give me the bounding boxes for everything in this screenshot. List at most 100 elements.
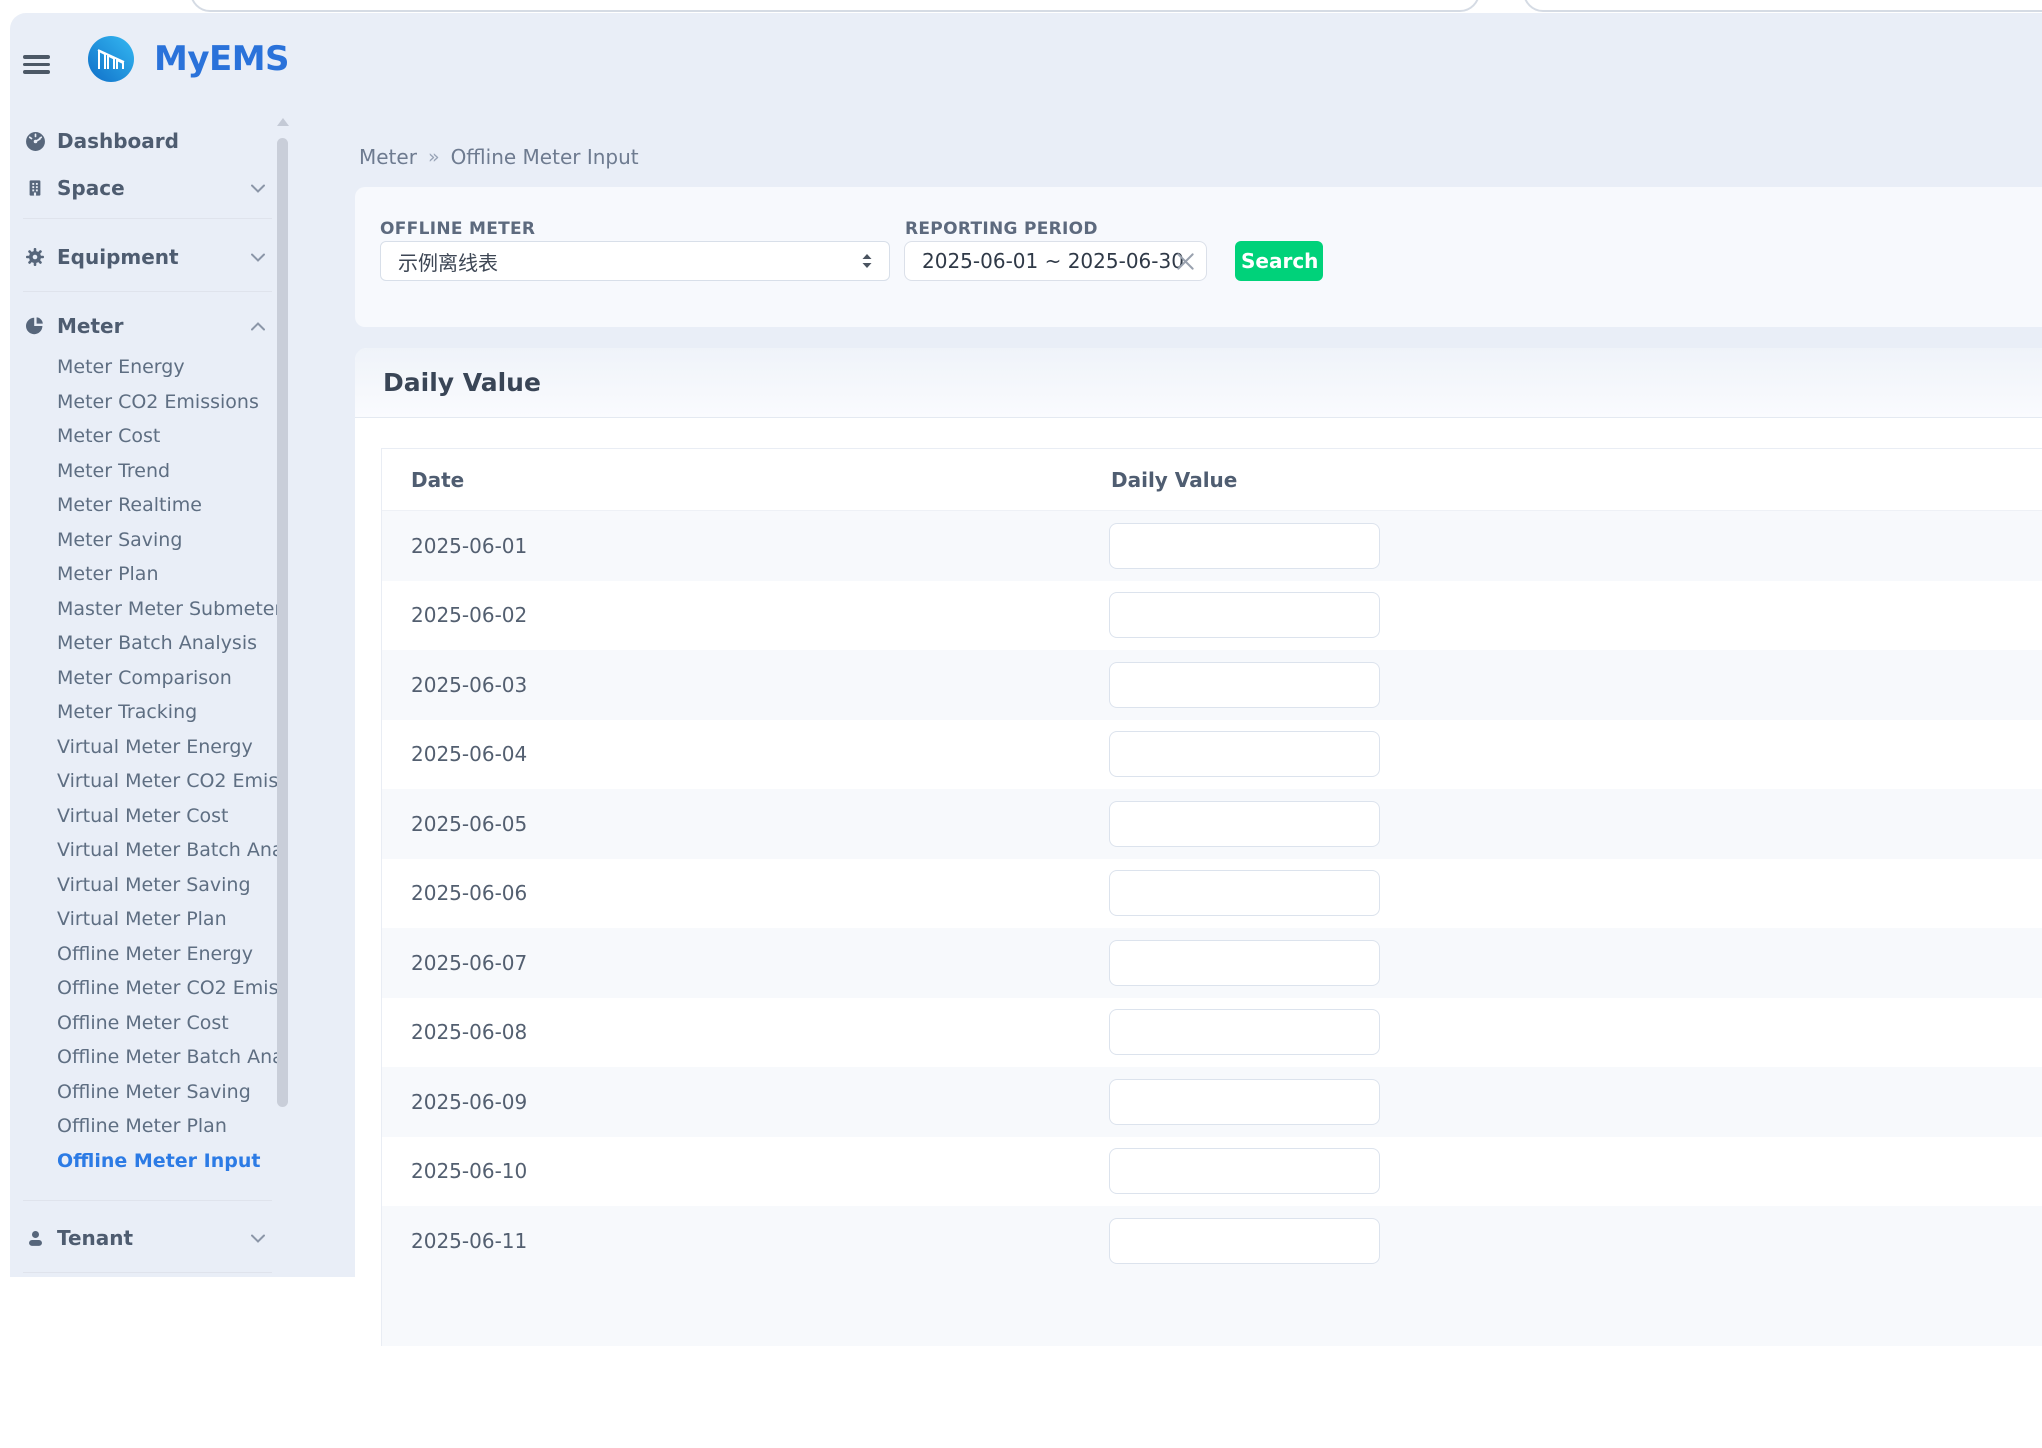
daily-value-input[interactable] (1109, 1009, 1380, 1055)
daily-value-input[interactable] (1109, 592, 1380, 638)
select-updown-icon (859, 251, 875, 271)
user-icon (23, 1229, 47, 1248)
sidebar-item-label: Space (57, 176, 125, 200)
sidebar-subitem[interactable]: Offline Meter Input (0, 1144, 277, 1179)
sidebar-subitem[interactable]: Offline Meter Cost (0, 1006, 277, 1041)
daily-value-input[interactable] (1109, 1079, 1380, 1125)
sidebar-subitem[interactable]: Offline Meter Batch Analysis (0, 1040, 277, 1075)
date-cell: 2025-06-06 (382, 881, 1109, 905)
clear-icon[interactable] (1176, 252, 1195, 271)
sidebar-item-dashboard[interactable]: Dashboard (0, 121, 277, 161)
navbar-control-pill[interactable] (1523, 0, 2042, 12)
chevron-down-icon (251, 253, 265, 262)
sidebar-subitem[interactable]: Meter Saving (0, 523, 277, 558)
table-row: 2025-06-10 (382, 1137, 2042, 1207)
table-row: 2025-06-07 (382, 928, 2042, 998)
sidebar-subitem[interactable]: Meter Plan (0, 557, 277, 592)
sidebar-subitem[interactable]: Master Meter Submeters Balance (0, 592, 277, 627)
sidebar-subitem[interactable]: Virtual Meter Cost (0, 799, 277, 834)
chevron-down-icon (251, 184, 265, 193)
date-cell: 2025-06-01 (382, 534, 1109, 558)
daily-value-card: Daily Value Date Daily Value 2025-06-01 … (355, 348, 2042, 1448)
sidebar-subitem[interactable]: Virtual Meter CO2 Emissions (0, 764, 277, 799)
building-icon (23, 178, 47, 198)
chevron-up-icon (251, 322, 265, 331)
scrollbar-up-arrow[interactable] (277, 118, 289, 126)
offline-meter-select[interactable]: 示例离线表 (380, 241, 890, 281)
breadcrumb-separator: » (428, 146, 440, 168)
pie-chart-icon (23, 316, 47, 336)
chevron-down-icon (251, 1234, 265, 1243)
reporting-period-value: 2025-06-01 ~ 2025-06-30 (922, 249, 1184, 273)
sidebar-item-label: Equipment (57, 245, 179, 269)
daily-value-input[interactable] (1109, 1218, 1380, 1264)
sidebar-subitem[interactable]: Offline Meter Plan (0, 1109, 277, 1144)
meter-submenu: Meter Energy Meter CO2 Emissions Meter C… (0, 350, 290, 1178)
scrollbar-thumb[interactable] (277, 138, 288, 1107)
table-body: 2025-06-01 2025-06-02 2025-06-03 (382, 511, 2042, 1276)
sidebar-subitem[interactable]: Offline Meter Energy (0, 937, 277, 972)
offline-meter-label: OFFLINE METER (380, 219, 535, 239)
brand-logo[interactable]: MyEMS (88, 36, 289, 82)
sidebar-item-label: Dashboard (57, 129, 179, 153)
sidebar-item-label: Tenant (57, 1226, 133, 1250)
table-row: 2025-06-03 (382, 650, 2042, 720)
breadcrumb-meter-link[interactable]: Meter (359, 145, 417, 169)
sidebar-subitem[interactable]: Virtual Meter Saving (0, 868, 277, 903)
card-header: Daily Value (355, 348, 2042, 418)
date-cell: 2025-06-02 (382, 603, 1109, 627)
sidebar-subitem[interactable]: Virtual Meter Batch Analysis (0, 833, 277, 868)
brand-name: MyEMS (154, 36, 289, 82)
sidebar-item-tenant[interactable]: Tenant (0, 1218, 277, 1258)
sidebar-subitem[interactable]: Offline Meter Saving (0, 1075, 277, 1110)
sidebar-subitem[interactable]: Meter Realtime (0, 488, 277, 523)
reporting-period-label: REPORTING PERIOD (905, 219, 1098, 239)
sidebar-subitem[interactable]: Meter Tracking (0, 695, 277, 730)
daily-value-input[interactable] (1109, 1148, 1380, 1194)
sidebar-subitem[interactable]: Meter CO2 Emissions (0, 385, 277, 420)
navbar-search-input[interactable] (190, 0, 1480, 12)
gear-icon (23, 247, 47, 267)
sidebar-subitem[interactable]: Virtual Meter Energy (0, 730, 277, 765)
table-row: 2025-06-09 (382, 1067, 2042, 1137)
sidebar-subitem[interactable]: Meter Comparison (0, 661, 277, 696)
table-header-row: Date Daily Value (382, 449, 2042, 511)
date-cell: 2025-06-09 (382, 1090, 1109, 1114)
sidebar-item-equipment[interactable]: Equipment (0, 237, 277, 277)
card-title: Daily Value (383, 368, 541, 397)
sidebar-subitem[interactable]: Meter Trend (0, 454, 277, 489)
reporting-period-input[interactable]: 2025-06-01 ~ 2025-06-30 (904, 241, 1207, 281)
table-row: 2025-06-05 (382, 789, 2042, 859)
filter-panel: OFFLINE METER REPORTING PERIOD 示例离线表 202… (355, 187, 2042, 327)
sidebar-subitem[interactable]: Meter Batch Analysis (0, 626, 277, 661)
daily-value-input[interactable] (1109, 523, 1380, 569)
sidebar-divider (23, 1272, 272, 1273)
breadcrumb-current-page: Offline Meter Input (451, 145, 639, 169)
sidebar-subitem[interactable]: Virtual Meter Plan (0, 902, 277, 937)
daily-value-input[interactable] (1109, 662, 1380, 708)
date-cell: 2025-06-04 (382, 742, 1109, 766)
daily-value-input[interactable] (1109, 801, 1380, 847)
sidebar-subitem[interactable]: Offline Meter CO2 Emissions (0, 971, 277, 1006)
daily-value-input[interactable] (1109, 731, 1380, 777)
sidebar-divider (23, 1200, 272, 1201)
daily-value-input[interactable] (1109, 870, 1380, 916)
table-row: 2025-06-11 (382, 1206, 2042, 1276)
sidebar-item-label: Meter (57, 314, 123, 338)
date-cell: 2025-06-03 (382, 673, 1109, 697)
logo-mark-icon (88, 36, 134, 82)
date-cell: 2025-06-08 (382, 1020, 1109, 1044)
daily-value-table: Date Daily Value 2025-06-01 2025-06-02 (381, 448, 2042, 1346)
search-button[interactable]: Search (1235, 241, 1323, 281)
sidebar-item-space[interactable]: Space (0, 168, 277, 208)
hamburger-menu-icon[interactable] (23, 55, 50, 78)
sidebar-item-meter[interactable]: Meter (0, 306, 277, 346)
sidebar-subitem[interactable]: Meter Energy (0, 350, 277, 385)
date-column-header: Date (382, 468, 1109, 492)
sidebar-divider (23, 218, 272, 219)
breadcrumb: Meter » Offline Meter Input (359, 145, 639, 169)
table-row: 2025-06-04 (382, 720, 2042, 790)
table-row-partial (382, 1276, 2042, 1346)
daily-value-input[interactable] (1109, 940, 1380, 986)
sidebar-subitem[interactable]: Meter Cost (0, 419, 277, 454)
